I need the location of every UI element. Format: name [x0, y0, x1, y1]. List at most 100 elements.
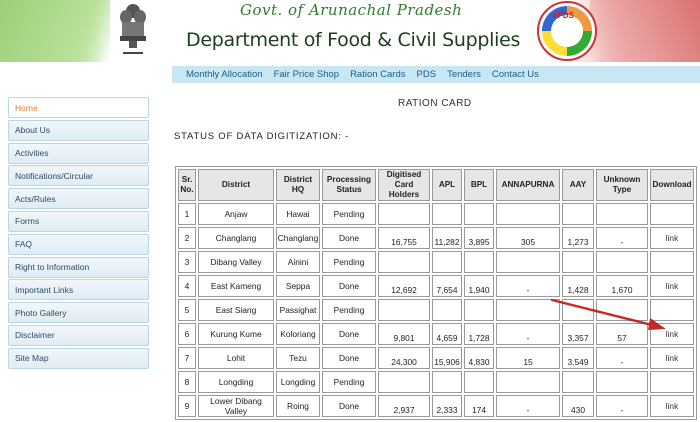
sidebar: Home About Us Activities Notifications/C… — [8, 97, 149, 371]
sidebar-item-faq[interactable]: FAQ — [8, 233, 149, 255]
cell-unknown-type: 1,670 — [596, 275, 648, 297]
sidebar-item-disclaimer[interactable]: Disclaimer — [8, 324, 149, 346]
cell-annapurna — [496, 251, 560, 273]
cell-sr-no: 8 — [178, 371, 196, 393]
cell-unknown-type — [596, 203, 648, 225]
col-header-processing-status: Processing Status — [322, 169, 376, 201]
cell-district-hq: Passighat — [276, 299, 320, 321]
cell-district: Longding — [198, 371, 274, 393]
download-link[interactable]: link — [650, 275, 694, 297]
table-row: 1 Anjaw Hawai Pending — [178, 203, 694, 225]
cell-district-hq: Ainini — [276, 251, 320, 273]
department-title: Department of Food & Civil Supplies — [186, 29, 521, 51]
cell-unknown-type: - — [596, 347, 648, 369]
cell-district-hq: Seppa — [276, 275, 320, 297]
sidebar-item-notifications[interactable]: Notifications/Circular — [8, 165, 149, 187]
nav-fair-price-shop[interactable]: Fair Price Shop — [274, 69, 339, 80]
cell-unknown-type: - — [596, 227, 648, 249]
sidebar-item-about-us[interactable]: About Us — [8, 119, 149, 141]
download-link[interactable]: link — [650, 347, 694, 369]
cell-unknown-type — [596, 251, 648, 273]
col-header-unknown-type: Unknown Type — [596, 169, 648, 201]
cell-digitised-card-holders: 2,937 — [378, 395, 430, 417]
cell-apl — [432, 299, 462, 321]
cell-aay — [562, 251, 594, 273]
cell-aay — [562, 299, 594, 321]
cell-district: Dibang Valley — [198, 251, 274, 273]
download-link[interactable]: link — [650, 227, 694, 249]
cell-district: East Siang — [198, 299, 274, 321]
cell-unknown-type: - — [596, 395, 648, 417]
nav-tenders[interactable]: Tenders — [447, 69, 481, 80]
cell-annapurna: 15 — [496, 347, 560, 369]
table-header-row: Sr. No. District District HQ Processing … — [178, 169, 694, 201]
cell-district: Lohit — [198, 347, 274, 369]
sidebar-item-activities[interactable]: Activities — [8, 142, 149, 164]
cell-apl: 7,654 — [432, 275, 462, 297]
cell-sr-no: 6 — [178, 323, 196, 345]
sidebar-item-site-map[interactable]: Site Map — [8, 347, 149, 369]
download-link[interactable]: link — [650, 323, 694, 345]
table-row: 3 Dibang Valley Ainini Pending — [178, 251, 694, 273]
cell-district-hq: Roing — [276, 395, 320, 417]
cell-unknown-type: 57 — [596, 323, 648, 345]
table-row: 2 Changlang Changlang Done 16,755 11,282 3,895… — [178, 227, 694, 249]
col-header-digitised-card-holders: Digitised Card Holders — [378, 169, 430, 201]
col-header-sr-no: Sr. No. — [178, 169, 196, 201]
cell-district: Kurung Kume — [198, 323, 274, 345]
cell-bpl — [464, 251, 494, 273]
col-header-district-hq: District HQ — [276, 169, 320, 201]
sidebar-item-home[interactable]: Home — [8, 97, 149, 118]
cell-aay — [562, 203, 594, 225]
nav-monthly-allocation[interactable]: Monthly Allocation — [186, 69, 263, 80]
cell-district: East Kameng — [198, 275, 274, 297]
cell-district: Lower Dibang Valley — [198, 395, 274, 417]
status-heading: STATUS OF DATA DIGITIZATION: - — [174, 131, 350, 142]
cell-processing-status: Done — [322, 395, 376, 417]
cell-apl: 11,282 — [432, 227, 462, 249]
sidebar-item-rti[interactable]: Right to Information — [8, 256, 149, 278]
cell-processing-status: Pending — [322, 203, 376, 225]
cell-apl: 15,906 — [432, 347, 462, 369]
cell-bpl: 1,728 — [464, 323, 494, 345]
cell-aay: 3,549 — [562, 347, 594, 369]
cell-sr-no: 5 — [178, 299, 196, 321]
ration-card-table: Sr. No. District District HQ Processing … — [175, 166, 697, 420]
cell-district: Changlang — [198, 227, 274, 249]
header-banner: Govt. of Arunachal Pradesh Department of… — [0, 0, 700, 62]
cell-digitised-card-holders — [378, 203, 430, 225]
cell-annapurna — [496, 371, 560, 393]
cell-processing-status: Done — [322, 275, 376, 297]
table-row: 9 Lower Dibang Valley Roing Done 2,937 2,333 1… — [178, 395, 694, 417]
cell-district: Anjaw — [198, 203, 274, 225]
cell-unknown-type — [596, 299, 648, 321]
cell-download — [650, 203, 694, 225]
sidebar-item-acts-rules[interactable]: Acts/Rules — [8, 188, 149, 210]
cell-bpl — [464, 299, 494, 321]
cell-processing-status: Pending — [322, 371, 376, 393]
cell-apl: 2,333 — [432, 395, 462, 417]
cell-processing-status: Done — [322, 227, 376, 249]
cell-bpl: 3,895 — [464, 227, 494, 249]
cell-processing-status: Pending — [322, 299, 376, 321]
cell-annapurna: - — [496, 323, 560, 345]
sidebar-item-important-links[interactable]: Important Links — [8, 279, 149, 301]
cell-annapurna — [496, 203, 560, 225]
sidebar-item-photo-gallery[interactable]: Photo Gallery — [8, 302, 149, 324]
cell-processing-status: Done — [322, 323, 376, 345]
cell-digitised-card-holders — [378, 371, 430, 393]
col-header-annapurna: ANNAPURNA — [496, 169, 560, 201]
table-row: 8 Longding Longding Pending — [178, 371, 694, 393]
cell-district-hq: Changlang — [276, 227, 320, 249]
cell-apl — [432, 251, 462, 273]
sidebar-item-forms[interactable]: Forms — [8, 210, 149, 232]
cell-unknown-type — [596, 371, 648, 393]
nav-ration-cards[interactable]: Ration Cards — [350, 69, 405, 80]
nav-contact-us[interactable]: Contact Us — [492, 69, 539, 80]
col-header-download: Download — [650, 169, 694, 201]
cell-aay: 1,428 — [562, 275, 594, 297]
cell-digitised-card-holders: 12,692 — [378, 275, 430, 297]
col-header-apl: APL — [432, 169, 462, 201]
download-link[interactable]: link — [650, 395, 694, 417]
nav-pds[interactable]: PDS — [417, 69, 437, 80]
